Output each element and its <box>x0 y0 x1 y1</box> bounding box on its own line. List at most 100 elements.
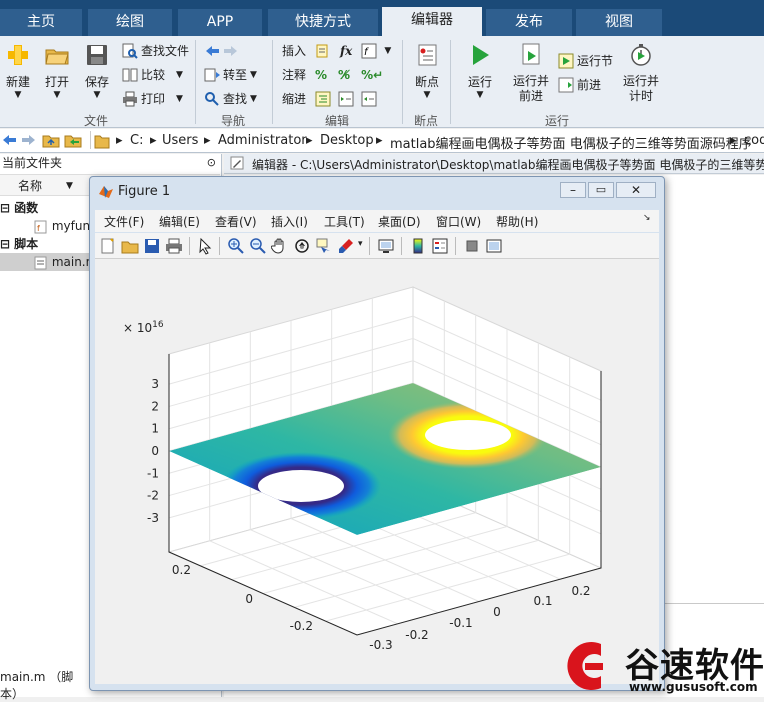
function-file-icon: f <box>34 220 47 233</box>
file-myfun[interactable]: f myfun <box>34 217 90 235</box>
legend-icon[interactable] <box>431 237 449 255</box>
print-button[interactable]: 打印 ▼ <box>122 90 183 108</box>
divider <box>90 131 91 149</box>
tab-apps[interactable]: APP <box>178 9 262 36</box>
watermark: 谷速软件 www.gususoft.com <box>563 636 764 697</box>
close-button[interactable]: ✕ <box>616 182 656 198</box>
figure-toolbar: ▾ <box>95 233 659 259</box>
colorbar-icon[interactable] <box>409 237 427 255</box>
menu-insert[interactable]: 插入(I) <box>271 213 308 230</box>
find-button[interactable]: 查找 ▼ <box>204 90 257 108</box>
new-button[interactable]: 新建 ▼ <box>2 42 34 100</box>
path-drive[interactable]: C: <box>130 133 143 148</box>
up-folder-icon[interactable] <box>42 132 60 152</box>
menu-help[interactable]: 帮助(H) <box>496 213 538 230</box>
run-and-advance-button[interactable]: 运行并 前进 <box>508 42 554 104</box>
print-figure-icon[interactable] <box>165 237 183 255</box>
data-cursor-icon[interactable] <box>315 237 333 255</box>
zoom-out-icon[interactable] <box>249 237 267 255</box>
figure-window[interactable]: Figure 1 – ▭ ✕ 文件(F) 编辑(E) 查看(V) 插入(I) 工… <box>89 176 665 691</box>
link-plot-icon[interactable] <box>377 237 395 255</box>
script-file-icon <box>34 256 47 269</box>
open-file-icon[interactable] <box>121 237 139 255</box>
menu-desktop[interactable]: 桌面(D) <box>378 213 421 230</box>
forward-arrow-icon[interactable] <box>20 132 36 152</box>
figure-canvas[interactable]: 3 2 1 0 -1 -2 -3 0.2 0 -0.2 0.2 0.1 0 -0.1 -0.2 -0.3 × … <box>95 259 659 684</box>
hide-plot-tools-icon[interactable] <box>463 237 481 255</box>
path-separator: ▸ <box>730 133 737 148</box>
back-forward-buttons[interactable] <box>204 42 239 60</box>
menu-file[interactable]: 文件(F) <box>104 213 144 230</box>
figure-title-bar[interactable]: Figure 1 – ▭ ✕ <box>90 177 664 205</box>
run-section-icon <box>558 53 574 69</box>
rotate-3d-icon[interactable] <box>293 237 311 255</box>
tab-shortcuts[interactable]: 快捷方式 <box>268 9 378 36</box>
pan-hand-icon[interactable] <box>271 237 289 255</box>
browse-folder-icon[interactable] <box>64 132 82 152</box>
uncomment-icon[interactable]: %̸ <box>338 66 350 84</box>
column-name-header[interactable]: 名称 <box>18 175 42 197</box>
maximize-button[interactable]: ▭ <box>588 182 614 198</box>
path-separator: ▸ <box>150 133 157 148</box>
comment-button[interactable]: 注释 % %̸ %↵ <box>282 66 383 84</box>
save-button[interactable]: 保存 ▼ <box>80 42 114 100</box>
compare-button[interactable]: 比较 ▼ <box>122 66 183 84</box>
find-files-button[interactable]: 查找文件 <box>122 42 189 60</box>
path-code-folder[interactable]: cod <box>744 133 764 148</box>
menu-tools[interactable]: 工具(T) <box>324 213 365 230</box>
tab-view[interactable]: 视图 <box>576 9 662 36</box>
percent-icon: % <box>315 68 328 82</box>
svg-text:f: f <box>37 224 40 233</box>
zoom-in-icon[interactable] <box>227 237 245 255</box>
surface-plot[interactable]: 3 2 1 0 -1 -2 -3 0.2 0 -0.2 0.2 0.1 0 -0.1 -0.2 -0.3 × … <box>95 259 659 684</box>
back-arrow-icon[interactable] <box>2 132 18 152</box>
increase-indent-icon[interactable] <box>338 91 354 107</box>
group-functions[interactable]: ⊟ 函数 <box>0 199 38 217</box>
minimize-button[interactable]: – <box>560 182 586 198</box>
path-users[interactable]: Users <box>162 133 198 148</box>
collapse-icon[interactable]: ⊟ <box>0 201 10 215</box>
run-button[interactable]: 运行 ▼ <box>460 42 500 100</box>
divider <box>401 237 402 255</box>
run-and-time-button[interactable]: 运行并 计时 <box>618 42 664 104</box>
indent-button[interactable]: 缩进 <box>282 90 377 108</box>
open-button[interactable]: 打开 ▼ <box>40 42 74 100</box>
tab-home[interactable]: 主页 <box>0 9 82 36</box>
tab-editor[interactable]: 编辑器 <box>382 7 482 36</box>
decrease-indent-icon[interactable] <box>361 91 377 107</box>
run-section-button[interactable]: 运行节 <box>558 52 613 70</box>
file-group-label: 文件 <box>83 114 108 128</box>
path-separator: ▸ <box>376 133 383 148</box>
group-scripts[interactable]: ⊟ 脚本 <box>0 235 38 253</box>
run-advance-icon <box>522 43 540 65</box>
new-icon <box>8 45 28 65</box>
path-desktop[interactable]: Desktop <box>320 133 374 148</box>
matlab-logo-icon <box>98 183 114 203</box>
tab-plots[interactable]: 绘图 <box>88 9 172 36</box>
advance-button[interactable]: 前进 <box>558 76 601 94</box>
figure-title: Figure 1 <box>118 184 171 199</box>
goto-button[interactable]: 转至 ▼ <box>204 66 257 84</box>
save-figure-icon[interactable] <box>143 237 161 255</box>
new-figure-icon[interactable] <box>99 237 117 255</box>
menu-window[interactable]: 窗口(W) <box>436 213 481 230</box>
back-arrow-icon <box>206 46 219 56</box>
panel-menu-icon[interactable]: ⊙ <box>207 154 216 172</box>
menu-view[interactable]: 查看(V) <box>215 213 257 230</box>
breakpoints-button[interactable]: 断点 ▼ <box>408 42 446 100</box>
dock-arrow-icon[interactable]: ↘ <box>643 213 651 223</box>
collapse-icon[interactable]: ⊟ <box>0 237 10 251</box>
x-tick-label: 0.1 <box>533 594 552 608</box>
pointer-icon[interactable] <box>197 237 215 255</box>
show-plot-tools-icon[interactable] <box>485 237 503 255</box>
brush-dropdown-icon[interactable]: ▾ <box>358 239 363 249</box>
wrap-comment-icon[interactable]: %↵ <box>361 66 383 84</box>
divider <box>272 40 273 124</box>
path-administrator[interactable]: Administrator <box>218 133 307 148</box>
tab-publish[interactable]: 发布 <box>486 9 572 36</box>
path-project-folder[interactable]: matlab编程画电偶极子等势面 电偶极子的三维等势面源码程序 <box>390 133 752 152</box>
fx-icon[interactable]: fx <box>340 42 352 60</box>
menu-edit[interactable]: 编辑(E) <box>159 213 200 230</box>
brush-icon[interactable] <box>337 237 355 255</box>
insert-button[interactable]: 插入 fx f ▼ <box>282 42 391 60</box>
